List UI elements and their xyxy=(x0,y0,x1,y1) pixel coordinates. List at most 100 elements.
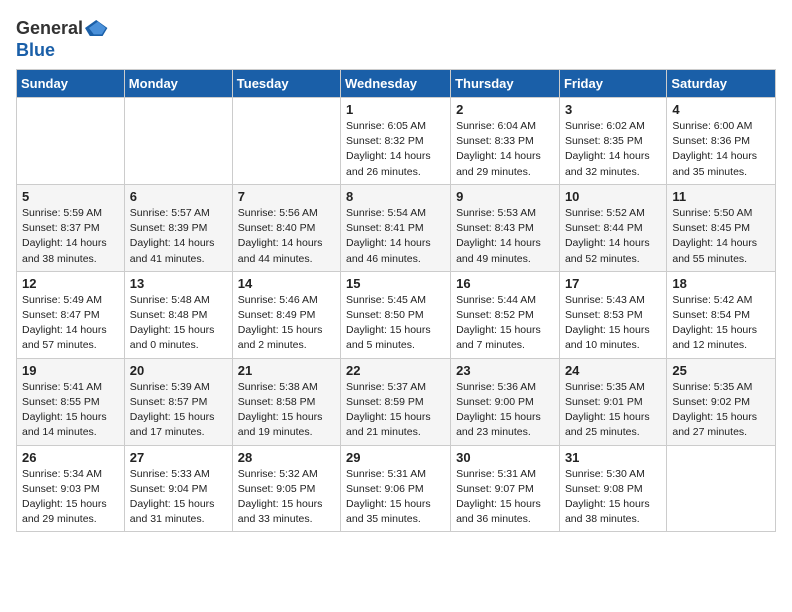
day-cell: 19 Sunrise: 5:41 AMSunset: 8:55 PMDayligh… xyxy=(17,358,125,445)
week-row-2: 5Sunrise: 5:59 AMSunset: 8:37 PMDaylight… xyxy=(17,184,776,271)
day-cell: 7 Sunrise: 5:56 AMSunset: 8:40 PMDaylight… xyxy=(232,184,340,271)
day-number: 4 xyxy=(672,102,770,117)
day-cell: 29Sunrise: 5:31 AMSunset: 9:06 PMDayligh… xyxy=(341,445,451,532)
day-info: Sunrise: 5:36 AMSunset: 9:00 PMDaylight:… xyxy=(456,380,554,441)
day-info: Sunrise: 5:46 AMSunset: 8:49 PMDaylight:… xyxy=(238,293,335,354)
day-number: 26 xyxy=(22,450,119,465)
logo-general: General xyxy=(16,18,83,39)
header-sunday: Sunday xyxy=(17,70,125,98)
day-number: 7 xyxy=(238,189,335,204)
day-number: 12 xyxy=(22,276,119,291)
day-info: Sunrise: 5:35 AMSunset: 9:02 PMDaylight:… xyxy=(672,380,770,441)
page-header: General Blue xyxy=(16,16,776,61)
day-info: Sunrise: 5:30 AMSunset: 9:08 PMDaylight:… xyxy=(565,467,661,528)
day-number: 24 xyxy=(565,363,661,378)
day-info: Sunrise: 5:32 AMSunset: 9:05 PMDaylight:… xyxy=(238,467,335,528)
day-number: 22 xyxy=(346,363,445,378)
logo-icon xyxy=(85,16,109,40)
day-info: Sunrise: 5:37 AMSunset: 8:59 PMDaylight:… xyxy=(346,380,445,441)
week-row-4: 19 Sunrise: 5:41 AMSunset: 8:55 PMDayligh… xyxy=(17,358,776,445)
calendar: SundayMondayTuesdayWednesdayThursdayFrid… xyxy=(16,69,776,532)
day-number: 15 xyxy=(346,276,445,291)
day-number: 30 xyxy=(456,450,554,465)
day-number: 17 xyxy=(565,276,661,291)
day-info: Sunrise: 5:31 AMSunset: 9:07 PMDaylight:… xyxy=(456,467,554,528)
day-number: 14 xyxy=(238,276,335,291)
day-cell: 13Sunrise: 5:48 AMSunset: 8:48 PMDayligh… xyxy=(124,271,232,358)
day-number: 23 xyxy=(456,363,554,378)
logo: General Blue xyxy=(16,16,109,61)
day-number: 9 xyxy=(456,189,554,204)
day-info: Sunrise: 5:43 AMSunset: 8:53 PMDaylight:… xyxy=(565,293,661,354)
day-cell: 14 Sunrise: 5:46 AMSunset: 8:49 PMDayligh… xyxy=(232,271,340,358)
day-info: Sunrise: 5:41 AMSunset: 8:55 PMDaylight:… xyxy=(22,380,119,441)
day-info: Sunrise: 6:00 AMSunset: 8:36 PMDaylight:… xyxy=(672,119,770,180)
day-number: 8 xyxy=(346,189,445,204)
day-cell: 18 Sunrise: 5:42 AMSunset: 8:54 PMDayligh… xyxy=(667,271,776,358)
day-number: 31 xyxy=(565,450,661,465)
day-info: Sunrise: 5:57 AMSunset: 8:39 PMDaylight:… xyxy=(130,206,227,267)
day-cell xyxy=(667,445,776,532)
day-info: Sunrise: 5:52 AMSunset: 8:44 PMDaylight:… xyxy=(565,206,661,267)
day-cell: 26 Sunrise: 5:34 AMSunset: 9:03 PMDayligh… xyxy=(17,445,125,532)
day-cell: 25 Sunrise: 5:35 AMSunset: 9:02 PMDayligh… xyxy=(667,358,776,445)
day-cell: 31 Sunrise: 5:30 AMSunset: 9:08 PMDayligh… xyxy=(559,445,666,532)
day-info: Sunrise: 6:05 AMSunset: 8:32 PMDaylight:… xyxy=(346,119,445,180)
day-cell: 15 Sunrise: 5:45 AMSunset: 8:50 PMDayligh… xyxy=(341,271,451,358)
day-cell: 23 Sunrise: 5:36 AMSunset: 9:00 PMDayligh… xyxy=(451,358,560,445)
day-cell: 8Sunrise: 5:54 AMSunset: 8:41 PMDaylight… xyxy=(341,184,451,271)
day-info: Sunrise: 5:53 AMSunset: 8:43 PMDaylight:… xyxy=(456,206,554,267)
day-cell: 17 Sunrise: 5:43 AMSunset: 8:53 PMDayligh… xyxy=(559,271,666,358)
day-number: 11 xyxy=(672,189,770,204)
day-cell: 1Sunrise: 6:05 AMSunset: 8:32 PMDaylight… xyxy=(341,98,451,185)
day-cell: 30 Sunrise: 5:31 AMSunset: 9:07 PMDayligh… xyxy=(451,445,560,532)
day-info: Sunrise: 5:38 AMSunset: 8:58 PMDaylight:… xyxy=(238,380,335,441)
header-wednesday: Wednesday xyxy=(341,70,451,98)
day-cell: 6Sunrise: 5:57 AMSunset: 8:39 PMDaylight… xyxy=(124,184,232,271)
day-info: Sunrise: 5:34 AMSunset: 9:03 PMDaylight:… xyxy=(22,467,119,528)
day-cell: 3 Sunrise: 6:02 AMSunset: 8:35 PMDaylight… xyxy=(559,98,666,185)
week-row-3: 12 Sunrise: 5:49 AMSunset: 8:47 PMDayligh… xyxy=(17,271,776,358)
day-info: Sunrise: 5:50 AMSunset: 8:45 PMDaylight:… xyxy=(672,206,770,267)
day-cell: 2 Sunrise: 6:04 AMSunset: 8:33 PMDaylight… xyxy=(451,98,560,185)
day-cell: 24 Sunrise: 5:35 AMSunset: 9:01 PMDayligh… xyxy=(559,358,666,445)
day-cell: 27 Sunrise: 5:33 AMSunset: 9:04 PMDayligh… xyxy=(124,445,232,532)
day-cell: 28Sunrise: 5:32 AMSunset: 9:05 PMDayligh… xyxy=(232,445,340,532)
day-number: 25 xyxy=(672,363,770,378)
day-number: 16 xyxy=(456,276,554,291)
day-cell: 21Sunrise: 5:38 AMSunset: 8:58 PMDayligh… xyxy=(232,358,340,445)
day-number: 27 xyxy=(130,450,227,465)
day-number: 10 xyxy=(565,189,661,204)
day-cell xyxy=(232,98,340,185)
day-number: 20 xyxy=(130,363,227,378)
day-cell: 12 Sunrise: 5:49 AMSunset: 8:47 PMDayligh… xyxy=(17,271,125,358)
day-cell: 22 Sunrise: 5:37 AMSunset: 8:59 PMDayligh… xyxy=(341,358,451,445)
day-cell: 11 Sunrise: 5:50 AMSunset: 8:45 PMDayligh… xyxy=(667,184,776,271)
day-info: Sunrise: 5:33 AMSunset: 9:04 PMDaylight:… xyxy=(130,467,227,528)
day-info: Sunrise: 6:04 AMSunset: 8:33 PMDaylight:… xyxy=(456,119,554,180)
day-info: Sunrise: 5:49 AMSunset: 8:47 PMDaylight:… xyxy=(22,293,119,354)
logo-blue: Blue xyxy=(16,40,55,61)
day-info: Sunrise: 6:02 AMSunset: 8:35 PMDaylight:… xyxy=(565,119,661,180)
day-info: Sunrise: 5:42 AMSunset: 8:54 PMDaylight:… xyxy=(672,293,770,354)
day-info: Sunrise: 5:56 AMSunset: 8:40 PMDaylight:… xyxy=(238,206,335,267)
header-row: SundayMondayTuesdayWednesdayThursdayFrid… xyxy=(17,70,776,98)
day-number: 3 xyxy=(565,102,661,117)
day-info: Sunrise: 5:59 AMSunset: 8:37 PMDaylight:… xyxy=(22,206,119,267)
header-monday: Monday xyxy=(124,70,232,98)
day-info: Sunrise: 5:45 AMSunset: 8:50 PMDaylight:… xyxy=(346,293,445,354)
day-number: 19 xyxy=(22,363,119,378)
day-info: Sunrise: 5:35 AMSunset: 9:01 PMDaylight:… xyxy=(565,380,661,441)
day-cell xyxy=(17,98,125,185)
day-cell xyxy=(124,98,232,185)
header-thursday: Thursday xyxy=(451,70,560,98)
header-tuesday: Tuesday xyxy=(232,70,340,98)
day-number: 29 xyxy=(346,450,445,465)
day-cell: 4 Sunrise: 6:00 AMSunset: 8:36 PMDaylight… xyxy=(667,98,776,185)
day-number: 2 xyxy=(456,102,554,117)
day-info: Sunrise: 5:44 AMSunset: 8:52 PMDaylight:… xyxy=(456,293,554,354)
day-info: Sunrise: 5:39 AMSunset: 8:57 PMDaylight:… xyxy=(130,380,227,441)
day-cell: 20 Sunrise: 5:39 AMSunset: 8:57 PMDayligh… xyxy=(124,358,232,445)
day-cell: 5Sunrise: 5:59 AMSunset: 8:37 PMDaylight… xyxy=(17,184,125,271)
day-number: 18 xyxy=(672,276,770,291)
